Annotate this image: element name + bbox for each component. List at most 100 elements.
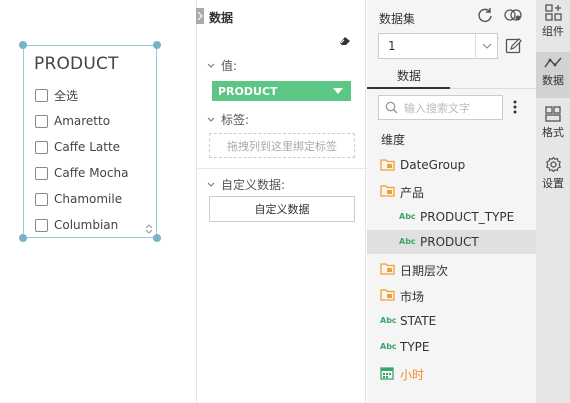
resize-handle-top-left[interactable] xyxy=(19,41,27,49)
tree-item-folder[interactable]: 产品 xyxy=(367,179,536,203)
rail-item-label: 设置 xyxy=(542,177,564,190)
widget-title: PRODUCT xyxy=(34,54,119,74)
scroll-arrows-icon[interactable] xyxy=(145,223,153,235)
refresh-icon[interactable] xyxy=(477,7,493,23)
folder-icon xyxy=(380,289,395,301)
checkbox-item[interactable]: Caffe Latte xyxy=(35,139,120,155)
search-input[interactable]: 输入搜索文字 xyxy=(378,95,503,120)
rail-item-format[interactable]: 格式 xyxy=(536,102,570,148)
rail-item-label: 数据 xyxy=(542,74,564,87)
rail-item-label: 格式 xyxy=(542,126,564,139)
rail-item-data[interactable]: 数据 xyxy=(536,52,570,98)
dataset-select-value: 1 xyxy=(388,39,396,53)
checkbox[interactable] xyxy=(35,218,48,232)
tree-item-field-selected[interactable]: Abc PRODUCT xyxy=(367,230,536,254)
tree-item-label: TYPE xyxy=(400,340,430,354)
custom-data-label: 自定义数据: xyxy=(221,178,286,192)
checkbox[interactable] xyxy=(35,192,48,206)
tree-item-folder[interactable]: 日期层次 xyxy=(367,257,536,281)
resize-handle-bottom-left[interactable] xyxy=(19,234,27,242)
checkbox-label: Amaretto xyxy=(54,114,111,128)
panel-title: 数据 xyxy=(209,11,234,25)
resize-handle-bottom-right[interactable] xyxy=(153,234,161,242)
checkbox-label: Caffe Latte xyxy=(54,140,121,154)
checkbox-select-all[interactable]: 全选 xyxy=(35,87,78,103)
folder-icon xyxy=(380,159,395,171)
tree-item-field[interactable]: Abc TYPE xyxy=(367,335,536,359)
chevron-down-icon xyxy=(207,182,215,187)
data-settings-panel: 数据 值: PRODUCT 标签: 拖拽列到这里绑定标签 自定义数据: 自定义数… xyxy=(196,0,367,403)
checkbox-item[interactable]: Columbian xyxy=(35,217,118,233)
dataset-title: 数据集 xyxy=(379,12,416,26)
checkbox[interactable] xyxy=(35,140,48,154)
value-label: 值: xyxy=(221,59,238,73)
tree-item-label: PRODUCT xyxy=(420,235,479,249)
value-field-chip[interactable]: PRODUCT xyxy=(212,81,351,101)
resize-handle-top-right[interactable] xyxy=(153,41,161,49)
dropdown-button[interactable] xyxy=(475,34,497,58)
tree-item-field[interactable]: Abc PRODUCT_TYPE xyxy=(367,205,536,229)
dataset-panel: 数据集 1 数据 输入搜索文字 维度 DateGroup 产品 Abc PROD… xyxy=(367,0,536,403)
dataset-select[interactable]: 1 xyxy=(378,33,498,59)
chevron-down-icon xyxy=(207,63,215,68)
rail-item-settings[interactable]: 设置 xyxy=(536,152,570,198)
more-options-icon[interactable] xyxy=(513,100,517,114)
tree-item-label: 小时 xyxy=(400,368,425,382)
chevron-down-icon xyxy=(207,117,215,122)
dataset-link-icon[interactable] xyxy=(503,7,523,23)
tag-label: 标签: xyxy=(221,113,250,127)
format-icon xyxy=(545,106,561,122)
tab-data[interactable]: 数据 xyxy=(367,63,536,89)
tree-item-label: DateGroup xyxy=(400,158,466,172)
tag-section-header[interactable]: 标签: xyxy=(207,111,249,128)
checkbox[interactable] xyxy=(35,88,48,102)
chevron-right-icon xyxy=(197,12,203,20)
rail-item-components[interactable]: 组件 xyxy=(536,0,570,46)
folder-icon xyxy=(380,185,395,197)
folder-icon xyxy=(380,263,395,275)
checkbox[interactable] xyxy=(35,114,48,128)
edit-icon[interactable] xyxy=(505,37,523,55)
tag-drop-zone[interactable]: 拖拽列到这里绑定标签 xyxy=(209,133,355,158)
tree-item-label: 日期层次 xyxy=(400,264,449,278)
tree-item-field[interactable]: Abc STATE xyxy=(367,309,536,333)
tree-item-folder[interactable]: DateGroup xyxy=(367,153,536,177)
checkbox[interactable] xyxy=(35,166,48,180)
checkbox-label: Columbian xyxy=(54,218,119,232)
search-placeholder: 输入搜索文字 xyxy=(404,101,470,115)
dropdown-triangle-icon[interactable] xyxy=(333,88,343,94)
report-canvas[interactable]: PRODUCT 全选 Amaretto Caffe Latte Caffe Mo… xyxy=(0,0,196,403)
abc-text-icon: Abc xyxy=(399,212,416,221)
search-icon xyxy=(385,101,398,114)
tab-label: 数据 xyxy=(397,69,422,83)
calendar-icon xyxy=(380,367,394,380)
abc-text-icon: Abc xyxy=(380,316,397,325)
abc-text-icon: Abc xyxy=(380,342,397,351)
tree-item-label: PRODUCT_TYPE xyxy=(420,210,515,224)
checkbox-item[interactable]: Caffe Mocha xyxy=(35,165,128,181)
gear-icon xyxy=(545,156,561,173)
checkbox-item[interactable]: Amaretto xyxy=(35,113,110,129)
tree-item-folder[interactable]: 市场 xyxy=(367,283,536,307)
product-filter-widget[interactable]: PRODUCT 全选 Amaretto Caffe Latte Caffe Mo… xyxy=(19,41,161,242)
eraser-icon[interactable] xyxy=(339,36,351,46)
dimension-label: 维度 xyxy=(381,133,406,147)
custom-data-button[interactable]: 自定义数据 xyxy=(209,196,355,222)
tree-item-label: 市场 xyxy=(400,290,425,304)
tree-item-label: 产品 xyxy=(400,186,425,200)
right-side-rail: 组件 数据 格式 设置 xyxy=(536,0,570,403)
tree-item-date-field[interactable]: 小时 xyxy=(367,361,536,385)
value-section-header[interactable]: 值: xyxy=(207,57,237,74)
components-icon xyxy=(544,4,562,21)
divider xyxy=(197,168,367,169)
custom-data-section-header[interactable]: 自定义数据: xyxy=(207,176,285,193)
checkbox-label: Chamomile xyxy=(54,192,123,206)
tab-active-indicator xyxy=(367,87,450,89)
abc-text-icon: Abc xyxy=(399,237,416,246)
chevron-down-icon xyxy=(482,43,491,49)
rail-item-label: 组件 xyxy=(542,25,564,38)
collapse-panel-button[interactable] xyxy=(196,8,204,24)
value-field-name: PRODUCT xyxy=(218,84,278,98)
checkbox-label: 全选 xyxy=(54,88,79,103)
checkbox-item[interactable]: Chamomile xyxy=(35,191,122,207)
